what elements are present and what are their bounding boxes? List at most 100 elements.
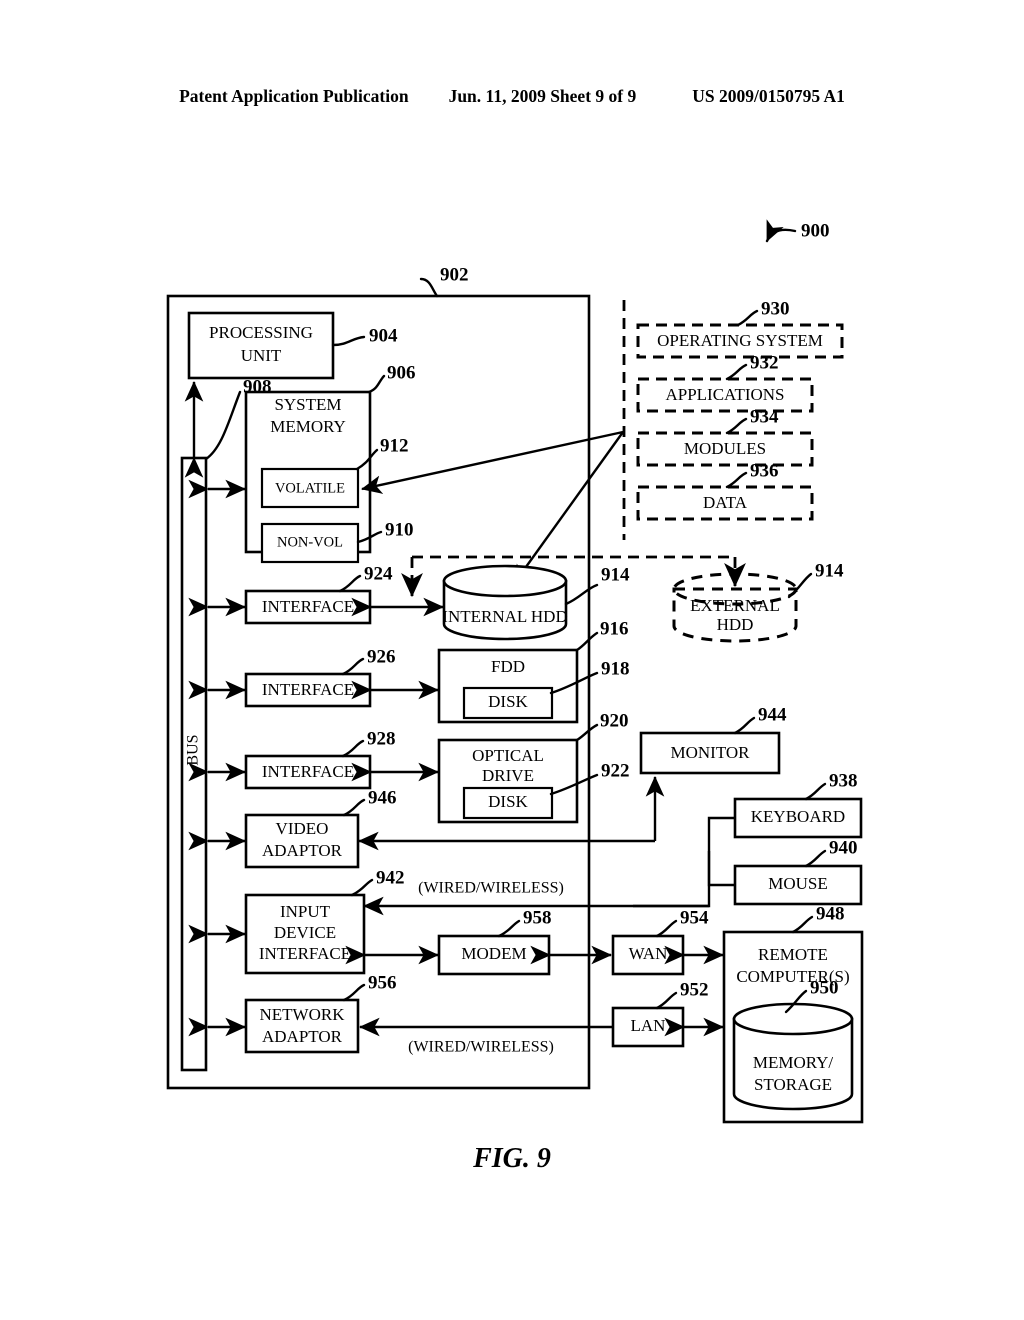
kbm-down-line	[633, 851, 711, 908]
memory-storage-label-line1: MEMORY/	[753, 1053, 834, 1072]
interface-optical-label: INTERFACE	[262, 762, 354, 781]
optical-disk-label: DISK	[488, 792, 528, 811]
video-adaptor-label-line2: ADAPTOR	[262, 841, 343, 860]
monitor-label: MONITOR	[670, 743, 750, 762]
ref-906-leader	[367, 374, 386, 394]
external-hdd-label-line2: HDD	[717, 615, 754, 634]
nonvolatile-memory-label: NON-VOL	[277, 534, 343, 550]
ref-940-label: 940	[829, 837, 858, 858]
ref-930-label: 930	[761, 298, 790, 319]
ref-936-leader	[725, 471, 748, 489]
data-label: DATA	[703, 493, 748, 512]
modem-label: MODEM	[461, 944, 526, 963]
lan-label: LAN	[631, 1016, 666, 1035]
ref-902-leader	[419, 277, 439, 298]
ref-900-label: 900	[801, 220, 830, 241]
ref-934-label: 934	[750, 406, 779, 427]
ref-946-label: 946	[368, 787, 397, 808]
memory-storage-top	[732, 1002, 854, 1036]
ref-950-label: 950	[810, 977, 839, 998]
wired-wireless-top-label: (WIRED/WIRELESS)	[418, 880, 564, 897]
ref-934-leader	[725, 417, 748, 435]
applications-label: APPLICATIONS	[665, 385, 784, 404]
ref-958-label: 958	[523, 907, 552, 928]
ref-920-leader	[575, 723, 599, 742]
modules-label: MODULES	[684, 439, 766, 458]
ref-958-leader	[497, 919, 521, 938]
ref-928-label: 928	[367, 728, 396, 749]
ref-946-leader	[342, 798, 366, 817]
ref-900-leader	[765, 219, 797, 243]
system-memory-label-line1: SYSTEM	[274, 395, 341, 414]
ref-906-label: 906	[387, 362, 416, 383]
wan-label: WAN	[629, 944, 668, 963]
optical-drive-label-line2: DRIVE	[482, 766, 534, 785]
external-hdd-label-line1: EXTERNAL	[690, 596, 780, 615]
ref-914-internal-leader	[564, 583, 599, 606]
ref-914-internal-label: 914	[601, 564, 630, 585]
ref-944-leader	[733, 716, 756, 735]
ref-910-label: 910	[385, 519, 414, 540]
ref-902-label: 902	[440, 264, 469, 285]
ref-916-leader	[575, 631, 599, 652]
ref-930-leader	[736, 309, 759, 327]
ref-952-leader	[655, 991, 678, 1010]
ref-916-label: 916	[600, 618, 629, 639]
volatile-memory-label: VOLATILE	[275, 480, 345, 496]
ref-926-label: 926	[367, 646, 396, 667]
mouse-label: MOUSE	[768, 874, 828, 893]
ref-932-leader	[725, 363, 748, 381]
ref-920-label: 920	[600, 710, 629, 731]
ref-924-leader	[338, 574, 362, 593]
processing-unit-label-line1: PROCESSING	[209, 323, 313, 342]
ref-932-label: 932	[750, 352, 779, 373]
ref-954-label: 954	[680, 907, 709, 928]
bus-label: BUS	[185, 734, 202, 765]
processing-unit-label-line2: UNIT	[241, 346, 282, 365]
network-adaptor-label-line1: NETWORK	[260, 1005, 346, 1024]
ref-942-label: 942	[376, 867, 405, 888]
optical-drive-label-line1: OPTICAL	[472, 746, 544, 765]
ref-926-leader	[341, 657, 365, 676]
ref-948-leader	[791, 915, 814, 934]
ref-904-label: 904	[369, 325, 398, 346]
internal-hdd-label: INTERNAL HDD	[442, 607, 567, 626]
ref-924-label: 924	[364, 563, 393, 584]
input-device-interface-label-line1: INPUT	[280, 902, 331, 921]
ref-908-leader	[204, 390, 242, 461]
ref-922-label: 922	[601, 760, 630, 781]
interface-fdd-label: INTERFACE	[262, 680, 354, 699]
ref-944-label: 944	[758, 704, 787, 725]
ref-956-label: 956	[368, 972, 397, 993]
ref-942-leader	[350, 878, 374, 897]
ref-940-leader	[804, 849, 827, 868]
keyboard-label: KEYBOARD	[751, 807, 845, 826]
input-device-interface-label-line3: INTERFACE	[259, 944, 351, 963]
ref-956-leader	[342, 983, 366, 1002]
input-device-interface-label-line2: DEVICE	[274, 923, 336, 942]
keyboard-mouse-bracket	[707, 816, 735, 887]
ref-928-leader	[341, 739, 365, 758]
ref-918-label: 918	[601, 658, 630, 679]
remote-computers-label-line1: REMOTE	[758, 945, 828, 964]
internal-hdd-top	[442, 564, 568, 598]
fdd-disk-label: DISK	[488, 692, 528, 711]
memory-storage-label-line2: STORAGE	[754, 1075, 832, 1094]
operating-system-label: OPERATING SYSTEM	[657, 331, 823, 350]
ref-948-label: 948	[816, 903, 845, 924]
ref-954-leader	[655, 919, 678, 938]
ref-938-label: 938	[829, 770, 858, 791]
system-memory-label-line2: MEMORY	[270, 417, 346, 436]
ref-952-label: 952	[680, 979, 709, 1000]
figure-9-block-diagram: 900 902 PROCESSING UNIT 904 BUS 908 SYST…	[166, 219, 864, 1124]
interface-hdd-label: INTERFACE	[262, 597, 354, 616]
fdd-label: FDD	[491, 657, 525, 676]
ref-914-external-label: 914	[815, 560, 844, 581]
patent-figure-page: Patent Application Publication Jun. 11, …	[0, 0, 1024, 1320]
software-to-internal-hdd-arrow	[512, 431, 624, 586]
wired-wireless-bottom-label: (WIRED/WIRELESS)	[408, 1039, 554, 1056]
ref-936-label: 936	[750, 460, 779, 481]
ref-912-label: 912	[380, 435, 409, 456]
video-adaptor-label-line1: VIDEO	[276, 819, 329, 838]
ref-938-leader	[804, 782, 827, 801]
